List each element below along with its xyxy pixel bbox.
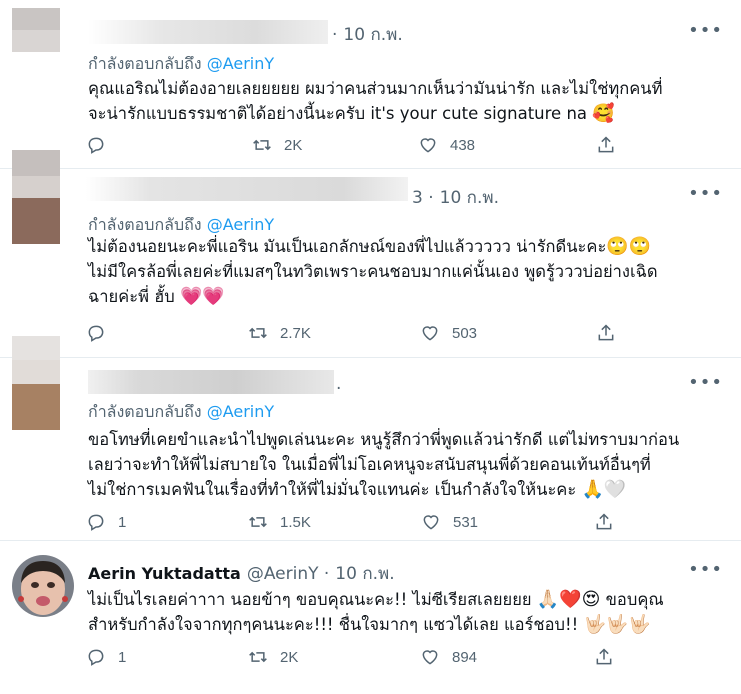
reply-icon [88, 649, 104, 666]
tweet-2[interactable]: 3 · 10 ก.พ. ••• กำลังตอบกลับถึง @AerinY ไ… [0, 150, 741, 357]
love-you-gesture-emoji: 🤟🏻🤟🏻🤟🏻 [583, 614, 651, 635]
retweet-button[interactable]: 2K [252, 132, 302, 158]
author-line: Aerin Yuktadatta @AerinY · 10 ก.พ. [88, 564, 395, 584]
retweet-button[interactable]: 2.7K [248, 320, 311, 346]
tweet-text: ขอโทษที่เคยขำและนำไปพูดเล่นนะคะ หนูรู้สึ… [88, 430, 680, 500]
praying-hands-emoji: 🙏🤍 [581, 479, 627, 500]
like-button[interactable]: 894 [420, 644, 477, 670]
avatar-pixelated[interactable] [12, 8, 60, 68]
retweet-icon [253, 139, 271, 151]
tweet-timestamp-dot: . [336, 374, 342, 394]
share-button[interactable] [596, 132, 616, 158]
tweet-timestamp[interactable]: · 10 ก.พ. [332, 21, 403, 48]
more-icon[interactable]: ••• [688, 20, 723, 41]
like-button[interactable]: 503 [420, 320, 477, 346]
smiling-hearts-emoji: 🥰 [592, 103, 615, 124]
reply-button[interactable] [86, 132, 118, 158]
reply-button[interactable] [86, 320, 118, 346]
tweet-actions: 1 1.5K 531 [86, 509, 626, 535]
heart-icon [420, 138, 436, 153]
more-icon[interactable]: ••• [688, 559, 723, 580]
replying-to: กำลังตอบกลับถึง @AerinY [88, 54, 275, 73]
heart-icon [422, 650, 438, 665]
reply-button[interactable]: 1 [86, 644, 126, 670]
retweet-button[interactable]: 2K [248, 644, 298, 670]
reply-handle-link[interactable]: @AerinY [207, 215, 274, 234]
tweet-1[interactable]: · 10 ก.พ. ••• กำลังตอบกลับถึง @AerinY คุณ… [0, 0, 741, 168]
share-icon [598, 324, 614, 341]
tweet-text: ไม่เป็นไรเลยค่าาาา นอยข้าๆ ขอบคุณนะคะ!! … [88, 589, 664, 635]
tweet-timestamp[interactable]: 3 · 10 ก.พ. [412, 184, 499, 211]
share-icon [596, 513, 612, 530]
reply-icon [88, 325, 104, 342]
tweet-timestamp[interactable]: 10 ก.พ. [335, 564, 394, 584]
tweet-actions: 2K 438 [86, 132, 626, 158]
retweet-icon [249, 651, 267, 663]
author-name-redacted [88, 370, 334, 394]
author-name-redacted [86, 177, 408, 201]
author-name[interactable]: Aerin Yuktadatta [88, 564, 241, 583]
tweet-actions: 1 2K 894 [86, 644, 626, 670]
tweet-actions: 2.7K 503 [86, 320, 626, 346]
share-button[interactable] [594, 509, 614, 535]
avatar-pixelated[interactable] [12, 150, 60, 246]
more-icon[interactable]: ••• [688, 372, 723, 393]
heart-icon [422, 326, 438, 341]
replying-to: กำลังตอบกลับถึง @AerinY [88, 402, 275, 421]
retweet-icon [249, 516, 267, 528]
more-icon[interactable]: ••• [688, 183, 723, 204]
author-name-redacted [88, 20, 328, 44]
like-button[interactable]: 438 [418, 132, 475, 158]
thanks-emoji: 🙏🏻❤️😍 [536, 589, 601, 610]
author-handle[interactable]: @AerinY [247, 564, 319, 584]
heart-icon [423, 515, 439, 530]
tweet-3[interactable]: . ••• กำลังตอบกลับถึง @AerinY ขอโทษที่เค… [0, 336, 741, 540]
tweet-text: คุณแอริณไม่ต้องอายเลยยยยย ผมว่าคนส่วนมาก… [88, 79, 663, 124]
reply-button[interactable]: 1 [86, 509, 126, 535]
retweet-icon [249, 327, 267, 339]
heart-emoji: 💗💗 [180, 286, 225, 307]
rolling-eyes-emoji: 🙄🙄 [606, 236, 652, 257]
reply-icon [88, 514, 104, 531]
share-button[interactable] [594, 644, 614, 670]
avatar-pixelated[interactable] [12, 336, 60, 432]
share-icon [596, 648, 612, 665]
share-icon [598, 136, 614, 153]
retweet-button[interactable]: 1.5K [248, 509, 311, 535]
share-button[interactable] [596, 320, 616, 346]
tweet-text: ไม่ต้องนอยนะคะพี่แอริน มันเป็นเอกลักษณ์ข… [88, 236, 658, 307]
like-button[interactable]: 531 [421, 509, 478, 535]
reply-icon [88, 137, 104, 154]
avatar[interactable] [12, 555, 74, 617]
reply-handle-link[interactable]: @AerinY [207, 402, 274, 421]
tweet-4[interactable]: Aerin Yuktadatta @AerinY · 10 ก.พ. ••• ไม่… [0, 541, 741, 694]
reply-handle-link[interactable]: @AerinY [207, 54, 274, 73]
